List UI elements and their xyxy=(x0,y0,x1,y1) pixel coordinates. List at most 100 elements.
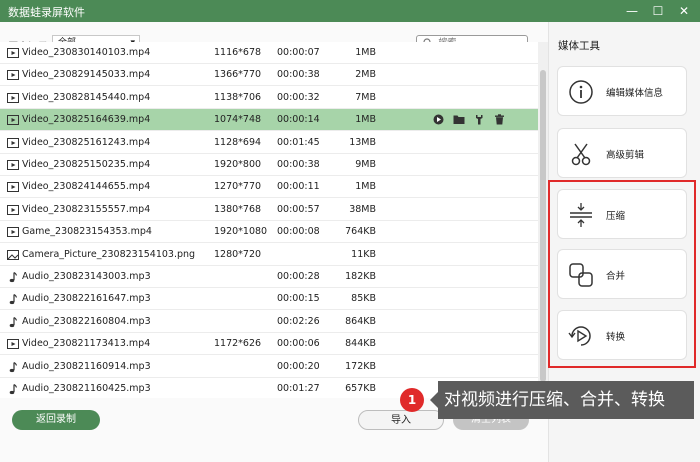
minimize-icon[interactable]: — xyxy=(624,2,640,20)
tool-label: 压缩 xyxy=(606,211,626,222)
file-name: Video_230824144655.mp4 xyxy=(22,181,151,193)
file-duration: 00:00:08 xyxy=(277,226,320,238)
file-row[interactable]: Video_230829145033.mp4 1366*770 00:00:38 2M… xyxy=(0,64,538,87)
file-row[interactable]: Video_230825161243.mp4 1128*694 00:01:45 13… xyxy=(0,132,538,154)
tool-merge[interactable]: 合并 xyxy=(557,249,687,299)
file-resolution: 1138*706 xyxy=(214,91,262,103)
file-list: Video_230830140103.mp4 1116*678 00:00:07 1M… xyxy=(0,42,538,398)
file-resolution: 1920*1080 xyxy=(214,226,268,238)
file-resolution: 1116*678 xyxy=(214,47,262,58)
file-duration: 00:02:26 xyxy=(277,315,320,327)
video-file-icon xyxy=(7,114,19,126)
file-name: Video_230830140103.mp4 xyxy=(22,47,151,58)
file-size: 7MB xyxy=(355,91,376,103)
tool-label: 编辑媒体信息 xyxy=(606,88,664,99)
tool-label: 转换 xyxy=(606,332,626,343)
title-bar: 数据蛙录屏软件 — ☐ ✕ xyxy=(0,0,700,22)
file-row[interactable]: Game_230823154353.mp4 1920*1080 00:00:08 76… xyxy=(0,221,538,244)
file-row[interactable]: Audio_230821160914.mp3 00:00:20 172KB xyxy=(0,356,538,378)
video-file-icon xyxy=(7,338,19,350)
audio-file-icon xyxy=(7,383,19,395)
file-duration: 00:01:45 xyxy=(277,136,320,148)
file-size: 764KB xyxy=(345,226,376,238)
file-name: Video_230829145033.mp4 xyxy=(22,69,151,81)
file-resolution: 1920*800 xyxy=(214,159,262,170)
audio-file-icon xyxy=(7,361,19,373)
file-row[interactable]: Video_230825164639.mp4 1074*748 00:00:14 1M… xyxy=(0,109,538,132)
file-size: 864KB xyxy=(345,315,376,327)
file-resolution: 1380*768 xyxy=(214,203,262,215)
file-name: Video_230825164639.mp4 xyxy=(22,114,151,126)
play-icon[interactable] xyxy=(433,114,444,128)
file-size: 11KB xyxy=(351,248,376,260)
file-size: 2MB xyxy=(355,69,376,81)
video-file-icon xyxy=(7,137,19,149)
file-duration: 00:00:28 xyxy=(277,271,320,282)
file-row[interactable]: Video_230830140103.mp4 1116*678 00:00:07 1M… xyxy=(0,42,538,64)
file-duration: 00:00:06 xyxy=(277,338,320,350)
file-name: Video_230825150235.mp4 xyxy=(22,159,151,170)
tool-compress[interactable]: 压缩 xyxy=(557,189,687,239)
file-resolution: 1128*694 xyxy=(214,136,262,148)
file-name: Video_230821173413.mp4 xyxy=(22,338,151,350)
file-row[interactable]: Audio_230822160804.mp3 00:02:26 864KB xyxy=(0,311,538,333)
file-name: Audio_230821160425.mp3 xyxy=(22,383,151,394)
file-row[interactable]: Audio_230822161647.mp3 00:00:15 85KB xyxy=(0,288,538,311)
file-size: 182KB xyxy=(345,271,376,282)
file-duration: 00:00:07 xyxy=(277,47,320,58)
file-name: Camera_Picture_230823154103.png xyxy=(22,248,196,260)
file-resolution: 1280*720 xyxy=(214,248,262,260)
folder-icon[interactable] xyxy=(453,114,465,128)
file-name: Audio_230822160804.mp3 xyxy=(22,315,151,327)
import-button[interactable]: 导入 xyxy=(358,410,444,430)
file-row[interactable]: Video_230821173413.mp4 1172*626 00:00:06 84… xyxy=(0,333,538,356)
compress-icon xyxy=(570,203,592,227)
merge-icon xyxy=(569,263,593,287)
close-icon[interactable]: ✕ xyxy=(676,2,692,20)
file-size: 9MB xyxy=(355,159,376,170)
scrollbar-thumb[interactable] xyxy=(540,70,546,382)
file-duration: 00:00:32 xyxy=(277,91,320,103)
tool-convert[interactable]: 转换 xyxy=(557,310,687,360)
file-row[interactable]: Camera_Picture_230823154103.png 1280*720 1… xyxy=(0,244,538,266)
file-name: Game_230823154353.mp4 xyxy=(22,226,152,238)
file-duration: 00:00:15 xyxy=(277,293,320,305)
file-name: Audio_230823143003.mp3 xyxy=(22,271,151,282)
video-file-icon xyxy=(7,47,19,59)
file-row[interactable]: Audio_230823143003.mp3 00:00:28 182KB xyxy=(0,266,538,288)
file-row[interactable]: Video_230828145440.mp4 1138*706 00:00:32 7M… xyxy=(0,87,538,109)
file-size: 13MB xyxy=(349,136,376,148)
audio-file-icon xyxy=(7,271,19,283)
tool-edit-media-info[interactable]: 编辑媒体信息 xyxy=(557,66,687,116)
audio-file-icon xyxy=(7,293,19,305)
window-title: 数据蛙录屏软件 xyxy=(8,6,85,19)
video-file-icon xyxy=(7,181,19,193)
image-file-icon xyxy=(7,249,19,261)
media-tools-title: 媒体工具 xyxy=(558,40,600,52)
tool-label: 合并 xyxy=(606,271,626,282)
window-controls: — ☐ ✕ xyxy=(624,2,692,20)
video-file-icon xyxy=(7,226,19,238)
back-to-record-button[interactable]: 返回录制 xyxy=(12,410,100,430)
trash-icon[interactable] xyxy=(494,114,505,128)
callout-pointer xyxy=(430,392,438,408)
file-resolution: 1172*626 xyxy=(214,338,262,350)
video-file-icon xyxy=(7,204,19,216)
file-resolution: 1366*770 xyxy=(214,69,262,81)
step-badge: 1 xyxy=(400,388,424,412)
wrench-icon[interactable] xyxy=(474,114,485,128)
file-name: Audio_230821160914.mp3 xyxy=(22,360,151,372)
file-size: 85KB xyxy=(351,293,376,305)
file-row[interactable]: Video_230823155557.mp4 1380*768 00:00:57 38… xyxy=(0,199,538,221)
file-size: 1MB xyxy=(355,114,376,126)
tool-advanced-edit[interactable]: 高级剪辑 xyxy=(557,128,687,178)
file-size: 657KB xyxy=(345,383,376,394)
video-file-icon xyxy=(7,92,19,104)
maximize-icon[interactable]: ☐ xyxy=(650,2,666,20)
file-size: 1MB xyxy=(355,47,376,58)
file-row[interactable]: Video_230825150235.mp4 1920*800 00:00:38 9M… xyxy=(0,154,538,176)
video-file-icon xyxy=(7,159,19,171)
file-resolution: 1270*770 xyxy=(214,181,262,193)
video-file-icon xyxy=(7,69,19,81)
file-row[interactable]: Video_230824144655.mp4 1270*770 00:00:11 1M… xyxy=(0,176,538,199)
